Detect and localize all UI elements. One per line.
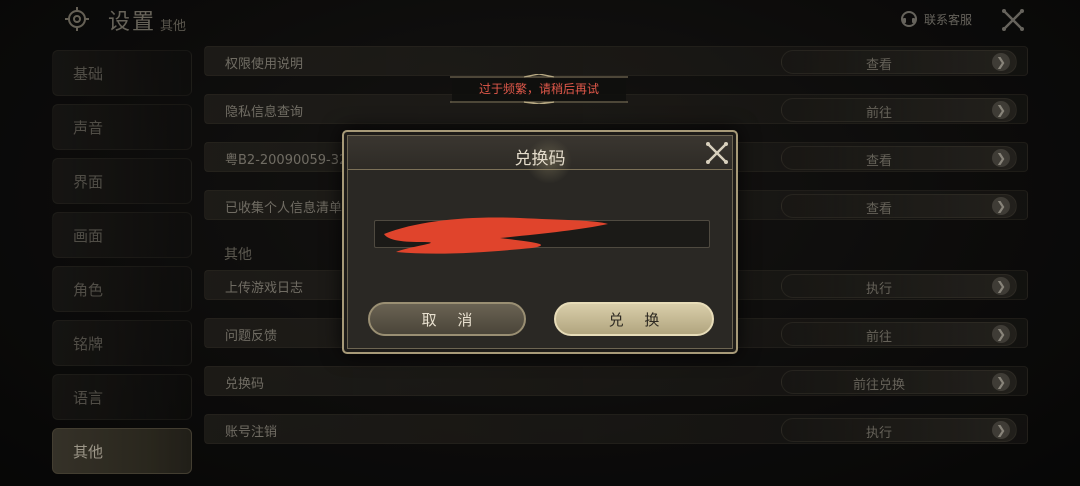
sidebar-item-label: 角色 bbox=[73, 280, 104, 299]
settings-row-permissions: 权限使用说明 查看 ❯ bbox=[204, 46, 1028, 76]
sidebar-item-sound[interactable]: 声音 bbox=[52, 104, 192, 150]
gear-icon bbox=[65, 7, 89, 31]
sidebar-item-label: 铭牌 bbox=[73, 334, 104, 353]
cancel-button-label: 取 消 bbox=[421, 310, 481, 329]
chevron-right-icon: ❯ bbox=[992, 325, 1010, 343]
row-action-label: 前往 bbox=[865, 330, 892, 345]
dialog-title: 兑换码 bbox=[514, 149, 566, 169]
row-label: 问题反馈 bbox=[225, 329, 278, 344]
redeem-button[interactable]: 兑 换 bbox=[554, 302, 714, 336]
chevron-right-icon: ❯ bbox=[992, 149, 1010, 167]
chevron-right-icon: ❯ bbox=[992, 101, 1010, 119]
row-action-button[interactable]: 查看 ❯ bbox=[781, 194, 1017, 218]
sidebar-item-interface[interactable]: 界面 bbox=[52, 158, 192, 204]
customer-service-label: 联系客服 bbox=[924, 12, 973, 27]
settings-row-redeem-code: 兑换码 前往兑换 ❯ bbox=[204, 366, 1028, 396]
redeem-code-input[interactable] bbox=[374, 220, 710, 248]
row-action-button[interactable]: 查看 ❯ bbox=[781, 50, 1017, 74]
chevron-right-icon: ❯ bbox=[992, 373, 1010, 391]
row-label: 隐私信息查询 bbox=[225, 105, 304, 120]
sidebar-item-character[interactable]: 角色 bbox=[52, 266, 192, 312]
settings-row-delete-account: 账号注销 执行 ❯ bbox=[204, 414, 1028, 444]
row-action-label: 查看 bbox=[865, 58, 892, 73]
toast-message: 过于频繁，请稍后再试 bbox=[448, 74, 630, 104]
headset-icon bbox=[901, 11, 917, 27]
row-action-label: 前往 bbox=[865, 106, 892, 121]
sidebar-item-basic[interactable]: 基础 bbox=[52, 50, 192, 96]
row-label: 粤B2-20090059-326 bbox=[225, 153, 356, 168]
row-label: 权限使用说明 bbox=[225, 57, 304, 72]
close-icon[interactable] bbox=[704, 140, 730, 166]
row-action-label: 前往兑换 bbox=[852, 378, 905, 393]
row-action-label: 查看 bbox=[865, 202, 892, 217]
row-label: 上传游戏日志 bbox=[225, 281, 304, 296]
sidebar-item-label: 声音 bbox=[73, 118, 104, 137]
settings-sidebar: 基础 声音 界面 画面 角色 铭牌 语言 其他 bbox=[52, 46, 196, 480]
sidebar-item-label: 基础 bbox=[73, 64, 104, 83]
sidebar-item-nameplate[interactable]: 铭牌 bbox=[52, 320, 192, 366]
redeem-button-label: 兑 换 bbox=[608, 310, 668, 329]
section-heading: 其他 bbox=[224, 247, 252, 263]
sidebar-item-label: 其他 bbox=[73, 442, 104, 461]
toast-text: 过于频繁，请稍后再试 bbox=[478, 82, 599, 96]
row-action-button[interactable]: 前往 ❯ bbox=[781, 98, 1017, 122]
row-action-button[interactable]: 前往兑换 ❯ bbox=[781, 370, 1017, 394]
sidebar-item-graphics[interactable]: 画面 bbox=[52, 212, 192, 258]
chevron-right-icon: ❯ bbox=[992, 421, 1010, 439]
row-action-label: 查看 bbox=[865, 154, 892, 169]
sidebar-item-other[interactable]: 其他 bbox=[52, 428, 192, 474]
sidebar-item-label: 界面 bbox=[73, 172, 104, 191]
row-label: 兑换码 bbox=[225, 377, 265, 392]
row-action-label: 执行 bbox=[865, 426, 892, 441]
redeem-code-dialog: 兑换码 取 消 兑 换 bbox=[342, 130, 738, 354]
row-label: 账号注销 bbox=[225, 425, 278, 440]
close-icon[interactable] bbox=[1000, 8, 1026, 32]
page-title: 设置 bbox=[108, 10, 157, 35]
row-action-button[interactable]: 执行 ❯ bbox=[781, 418, 1017, 442]
page-subtitle: 其他 bbox=[160, 19, 187, 34]
customer-service-link[interactable]: 联系客服 bbox=[900, 9, 972, 29]
chevron-right-icon: ❯ bbox=[992, 277, 1010, 295]
row-label: 已收集个人信息清单 bbox=[225, 201, 343, 216]
sidebar-item-label: 画面 bbox=[73, 226, 104, 245]
row-action-button[interactable]: 前往 ❯ bbox=[781, 322, 1017, 346]
sidebar-item-label: 语言 bbox=[73, 388, 104, 407]
row-action-label: 执行 bbox=[865, 282, 892, 297]
row-action-button[interactable]: 查看 ❯ bbox=[781, 146, 1017, 170]
chevron-right-icon: ❯ bbox=[992, 53, 1010, 71]
sidebar-item-language[interactable]: 语言 bbox=[52, 374, 192, 420]
chevron-right-icon: ❯ bbox=[992, 197, 1010, 215]
row-action-button[interactable]: 执行 ❯ bbox=[781, 274, 1017, 298]
cancel-button[interactable]: 取 消 bbox=[368, 302, 526, 336]
